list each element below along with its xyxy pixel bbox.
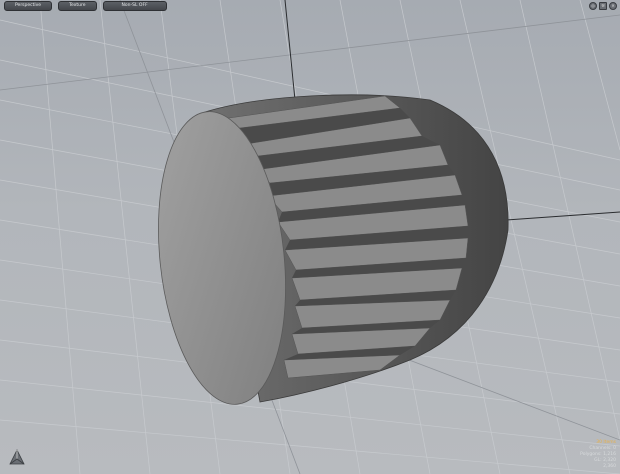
axis-orientation-widget bbox=[9, 449, 25, 465]
shading-mode-dropdown[interactable]: Texture bbox=[58, 1, 97, 11]
scene-info-panel: 30 Items Channels: 0 Polygons: 1,216 GL:… bbox=[580, 440, 616, 470]
pan-icon[interactable]: ⚒ bbox=[599, 2, 607, 10]
viewport-toolbar: Perspective Texture Non-SL OFF bbox=[0, 0, 167, 12]
extra-count: 2,360 bbox=[603, 464, 616, 469]
view-mode-dropdown[interactable]: Perspective bbox=[4, 1, 53, 11]
display-options-dropdown[interactable]: Non-SL OFF bbox=[102, 1, 167, 11]
gear-model[interactable] bbox=[145, 94, 509, 411]
viewport-controls: ◎ ⚒ ✕ bbox=[589, 2, 617, 10]
viewport-scene[interactable] bbox=[0, 0, 620, 474]
3d-viewport[interactable]: Perspective Texture Non-SL OFF ◎ ⚒ ✕ 30 … bbox=[0, 0, 620, 474]
maximize-icon[interactable]: ✕ bbox=[609, 2, 617, 10]
orbit-icon[interactable]: ◎ bbox=[589, 2, 597, 10]
